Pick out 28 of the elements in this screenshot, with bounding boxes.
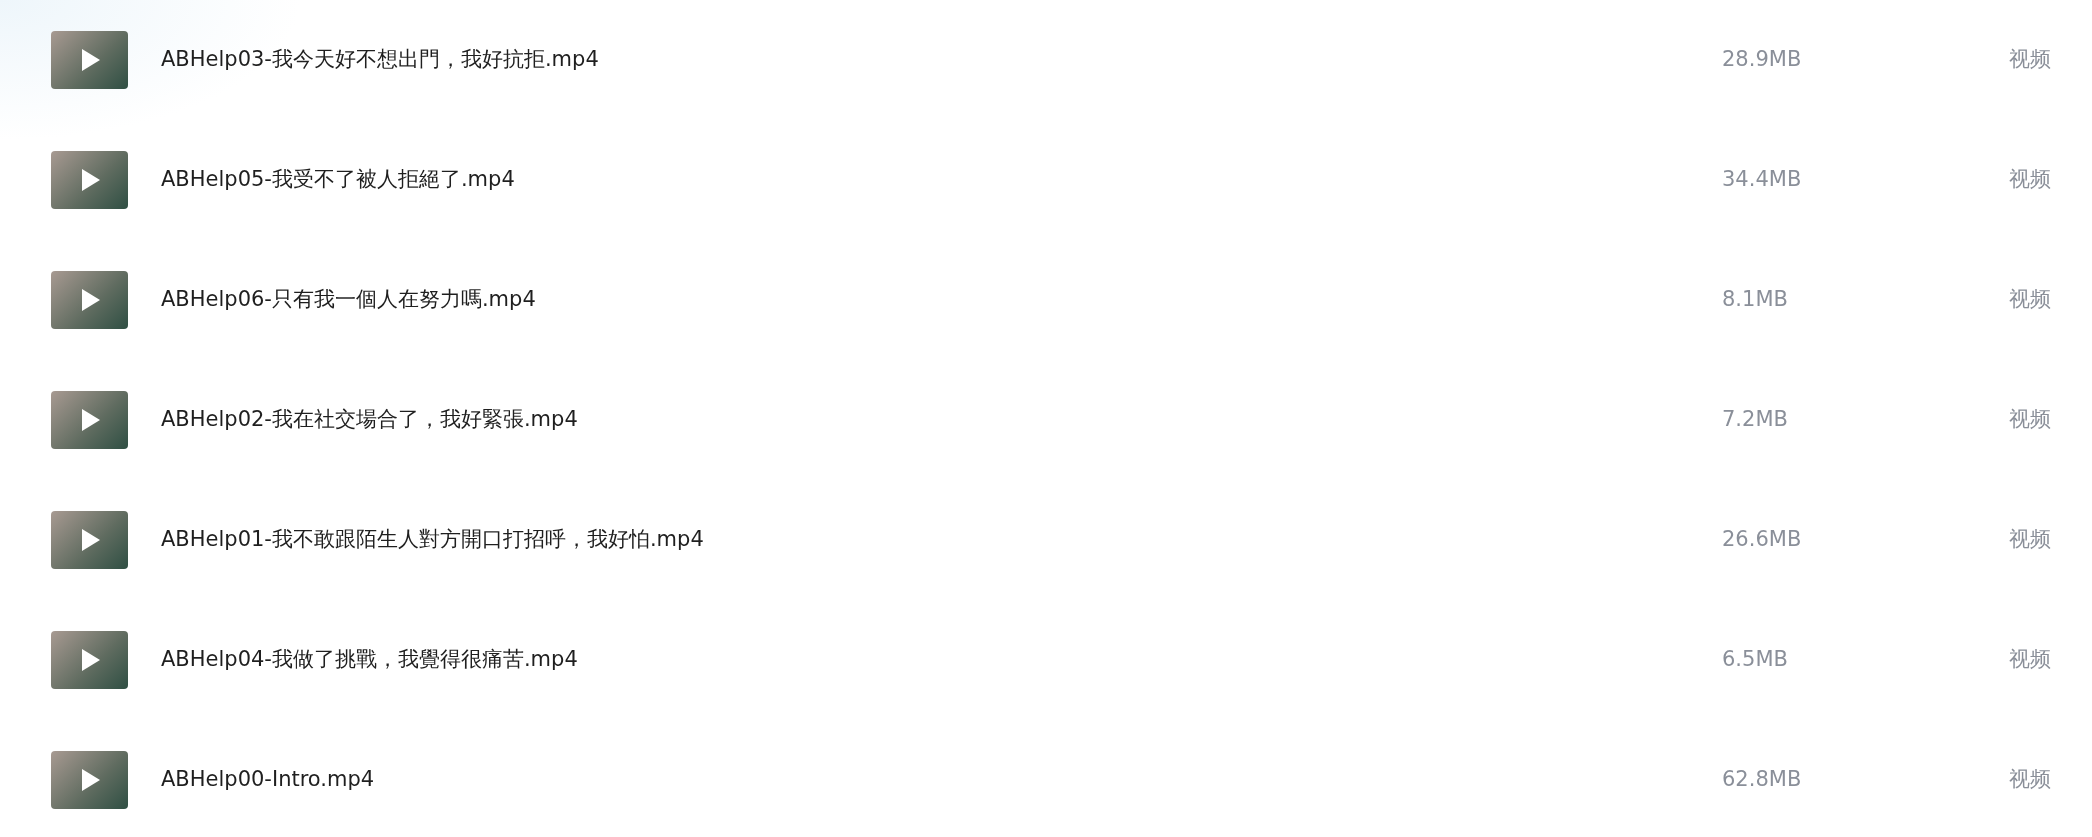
- photo-placeholder[interactable]: [51, 31, 128, 89]
- file-type: 视频: [2009, 46, 2051, 74]
- file-name[interactable]: ABHelp04-我做了挑戰，我覺得很痛苦.mp4: [161, 644, 1722, 676]
- file-name[interactable]: ABHelp03-我今天好不想出門，我好抗拒.mp4: [161, 44, 1722, 76]
- photo-placeholder[interactable]: [51, 511, 128, 569]
- file-type: 视频: [2009, 766, 2051, 794]
- file-type: 视频: [2009, 526, 2051, 554]
- file-size: 26.6MB: [1722, 526, 1803, 554]
- file-name[interactable]: ABHelp01-我不敢跟陌生人對方開口打招呼，我好怕.mp4: [161, 524, 1722, 556]
- photo-placeholder[interactable]: [51, 751, 128, 809]
- file-type: 视频: [2009, 286, 2051, 314]
- file-name[interactable]: ABHelp05-我受不了被人拒絕了.mp4: [161, 164, 1722, 196]
- file-type: 视频: [2009, 166, 2051, 194]
- photo-placeholder[interactable]: [51, 271, 128, 329]
- file-size: 6.5MB: [1722, 646, 1789, 674]
- file-name[interactable]: ABHelp00-Intro.mp4: [161, 764, 1722, 796]
- file-size: 62.8MB: [1722, 766, 1803, 794]
- file-type: 视频: [2009, 406, 2051, 434]
- photo-placeholder[interactable]: [51, 631, 128, 689]
- file-size: 28.9MB: [1722, 46, 1803, 74]
- file-size: 7.2MB: [1722, 406, 1789, 434]
- file-name[interactable]: ABHelp06-只有我一個人在努力嗎.mp4: [161, 284, 1722, 316]
- file-name[interactable]: ABHelp02-我在社交場合了，我好緊張.mp4: [161, 404, 1722, 436]
- photo-placeholder[interactable]: [51, 151, 128, 209]
- file-size: 8.1MB: [1722, 286, 1789, 314]
- photo-placeholder[interactable]: [51, 391, 128, 449]
- file-size: 34.4MB: [1722, 166, 1803, 194]
- file-type: 视频: [2009, 646, 2051, 674]
